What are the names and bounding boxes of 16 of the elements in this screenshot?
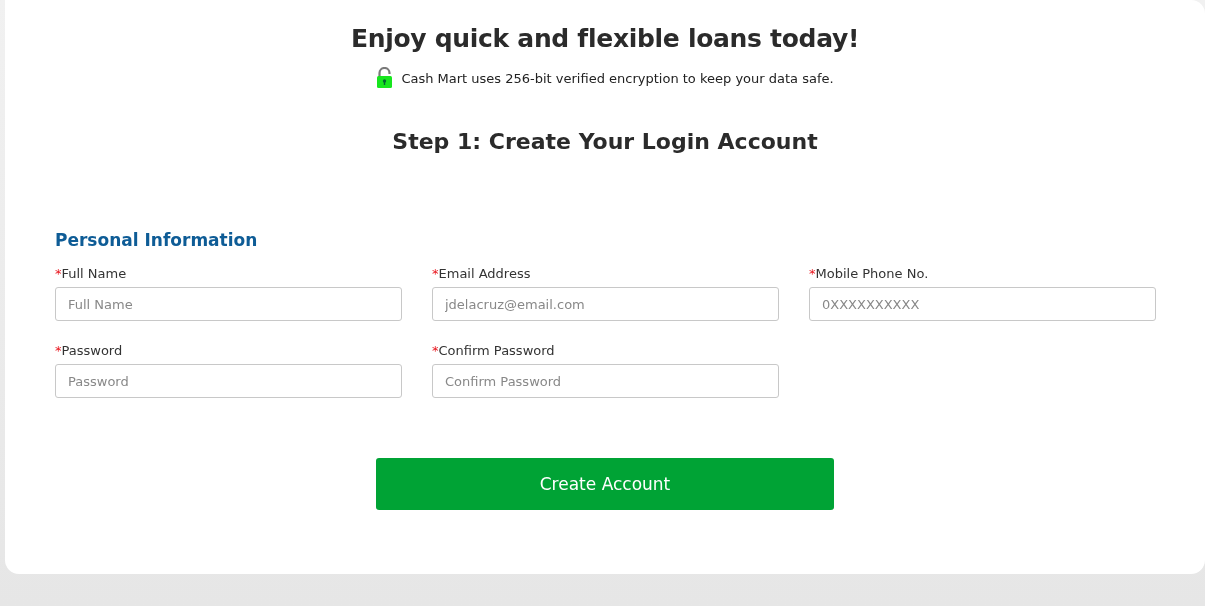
- field-label: *Mobile Phone No.: [809, 266, 930, 281]
- padlock-icon: [376, 67, 394, 89]
- input-field[interactable]: Confirm Password: [432, 364, 779, 398]
- step-title: Step 1: Create Your Login Account: [391, 129, 819, 154]
- security-note: Cash Mart uses 256-bit verified encryption to keep your data safe.: [401, 70, 834, 86]
- input-field[interactable]: Full Name: [55, 287, 402, 321]
- field-label: *Email Address: [432, 266, 532, 281]
- section-title: Personal Information: [55, 230, 259, 250]
- input-field[interactable]: Password: [55, 364, 402, 398]
- page-heading: Enjoy quick and flexible loans today!: [349, 24, 861, 53]
- field-label: *Full Name: [55, 266, 128, 281]
- field-label: *Confirm Password: [432, 343, 556, 358]
- field-label: *Password: [55, 343, 124, 358]
- input-field[interactable]: jdelacruz@email.com: [432, 287, 779, 321]
- create-account-button[interactable]: Create Account: [376, 458, 834, 510]
- input-field[interactable]: 0XXXXXXXXXX: [809, 287, 1156, 321]
